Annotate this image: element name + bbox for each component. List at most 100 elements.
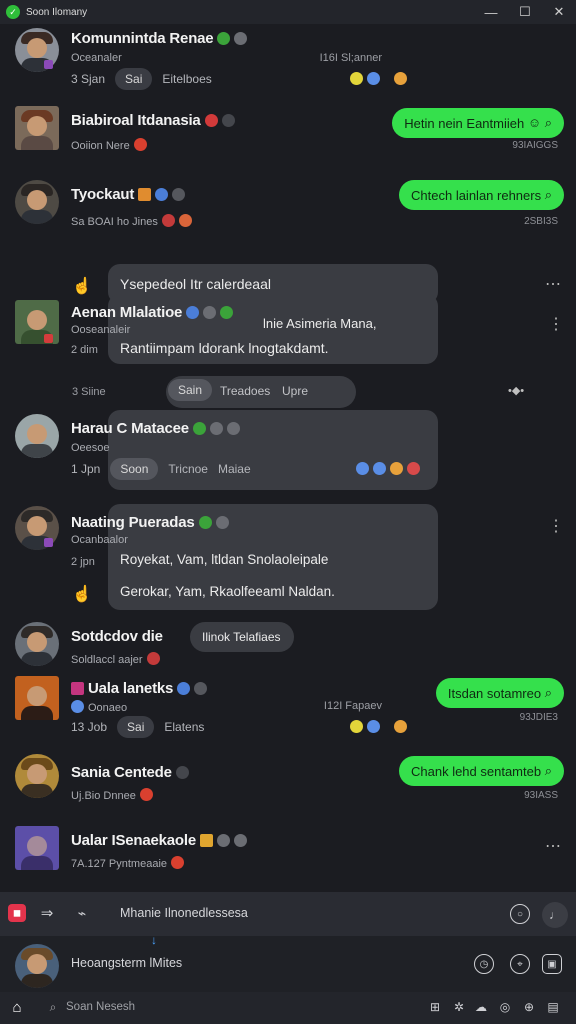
- avatar[interactable]: [15, 622, 59, 666]
- contact-subtitle: Ocanbaalor: [71, 534, 128, 546]
- globe-icon: [177, 682, 191, 695]
- avatar[interactable]: [15, 676, 59, 720]
- timestamp: 93IAIGGS: [512, 140, 558, 151]
- chip-text: Ilinok Telafiaes: [202, 630, 281, 644]
- minimize-button[interactable]: —: [474, 0, 508, 24]
- contact-subtitle: Oceanaler: [71, 52, 122, 64]
- pill-extra[interactable]: Tricnoe: [168, 462, 208, 476]
- pill-extra[interactable]: Eitelboes: [162, 72, 211, 86]
- clock-icon[interactable]: ◷: [474, 954, 494, 974]
- close-button[interactable]: ✕: [542, 0, 576, 24]
- reaction-pill[interactable]: Sai: [117, 716, 155, 738]
- contact-subtitle: Oeesoe: [71, 442, 110, 454]
- mic-icon[interactable]: ♩: [542, 902, 568, 928]
- reply-input[interactable]: Heoangsterm lMites: [71, 956, 182, 970]
- drop-icon: [356, 462, 369, 475]
- maximize-button[interactable]: ☐: [508, 0, 542, 24]
- avatar[interactable]: [15, 944, 59, 988]
- pill-extra[interactable]: Elatens: [164, 720, 204, 734]
- green-bubble[interactable]: Chtech lainlan rehners ⌕: [399, 180, 564, 210]
- pill-extra-2[interactable]: Upre: [282, 384, 308, 398]
- contact-name: Sotdcdov die: [71, 628, 163, 645]
- contact-name: Naating Pueradas: [71, 514, 229, 531]
- diamond-icon: [234, 834, 248, 847]
- more-icon[interactable]: ⋮: [548, 314, 564, 334]
- save-icon[interactable]: ▣: [542, 954, 562, 974]
- link-icon: [186, 306, 200, 319]
- message-feed[interactable]: Komunnintda Renae Oceanaler I16I Sl;anne…: [0, 24, 576, 892]
- tag-icon: [71, 682, 84, 695]
- avatar[interactable]: [15, 106, 59, 150]
- heart-icon: [139, 788, 153, 801]
- record-icon: [204, 114, 218, 127]
- reaction-pill[interactable]: Sai: [115, 68, 153, 90]
- fire-icon: [178, 214, 192, 227]
- green-bubble[interactable]: Chank lehd sentamteb ⌕: [399, 756, 564, 786]
- attach-icon[interactable]: ⌁: [72, 904, 92, 922]
- diamond-icon: [226, 422, 240, 435]
- pill-extra[interactable]: Treadoes: [220, 384, 270, 398]
- contact-name: Komunnintda Renae: [71, 30, 248, 47]
- more-icon[interactable]: ⋮: [548, 516, 564, 536]
- flag-icon: [161, 214, 175, 227]
- target-icon[interactable]: ◎: [498, 1000, 512, 1014]
- globe-icon[interactable]: ⊕: [522, 1000, 536, 1014]
- contact-subtitle: Uj.Bio Dnnee: [71, 788, 153, 802]
- reaction-pill[interactable]: Soon: [110, 458, 159, 480]
- meta-left: 2 jpn: [71, 556, 95, 568]
- contact-name: Uala lanetks: [71, 680, 208, 697]
- pin-icon[interactable]: ⌖: [510, 954, 530, 974]
- info-icon: [71, 700, 84, 713]
- reaction-icons[interactable]: [352, 462, 420, 476]
- chip[interactable]: Ilinok Telafiaes: [190, 622, 294, 652]
- search-input[interactable]: Soan Nesesh: [66, 1001, 135, 1013]
- forward-icon[interactable]: ⇒: [38, 904, 56, 922]
- avatar[interactable]: [15, 826, 59, 870]
- sticker-icon[interactable]: ◼: [8, 904, 26, 922]
- smile-icon: [350, 720, 363, 733]
- diamond-icon: [234, 32, 248, 45]
- composer-input[interactable]: Mhanie Ilnonedlessesa: [120, 906, 248, 920]
- avatar[interactable]: [15, 754, 59, 798]
- hand-icon: ☝: [72, 586, 92, 603]
- reaction-icons[interactable]: [346, 72, 407, 86]
- contact-name: Biabiroal Itdanasia: [71, 112, 235, 129]
- bubble-text-bottom: Rantiimpam ldorank lnogtakdamt.: [120, 340, 329, 356]
- action-row: 3 Sjan Sai Eitelboes: [71, 68, 212, 90]
- reaction-pill[interactable]: Sain: [168, 379, 213, 401]
- contact-name: Aenan Mlalatioe: [71, 304, 234, 321]
- action-row: 13 Job Sai Elatens: [71, 716, 204, 738]
- green-bubble[interactable]: Hetin nein Eantmiieh ☺ ⌕: [392, 108, 564, 138]
- cloud-icon[interactable]: ☁: [474, 1000, 488, 1014]
- meta-right: I12I Fapaev: [323, 700, 382, 712]
- green-bubble[interactable]: Itsdan sotamreo ⌕: [435, 678, 564, 708]
- window-title: Soon Ilomany: [26, 6, 88, 18]
- pill-extra-2[interactable]: Maiae: [218, 462, 251, 476]
- emoji-icon[interactable]: ○: [510, 904, 530, 924]
- hand-icon: ☝: [72, 278, 92, 295]
- reaction-strip[interactable]: Sain Treadoes Upre: [166, 376, 356, 408]
- avatar[interactable]: [15, 180, 59, 224]
- dot-icon: [172, 188, 186, 201]
- meta-left: 3 Siine: [72, 386, 106, 398]
- smile-icon: [350, 72, 363, 85]
- more-icon[interactable]: ⋯: [545, 836, 561, 856]
- face-icon: [394, 720, 407, 733]
- leaf-icon: [192, 422, 206, 435]
- contact-subtitle: Soldlaccl aajer: [71, 652, 160, 666]
- title-bar: ✓ Soon Ilomany — ☐ ✕: [0, 0, 576, 24]
- image-icon: [138, 188, 152, 201]
- settings-icon[interactable]: ✲: [452, 1000, 466, 1014]
- meta-left: 2 dim: [71, 344, 98, 356]
- window-icon[interactable]: ▤: [546, 1000, 560, 1014]
- avatar[interactable]: [15, 414, 59, 458]
- share-icon[interactable]: •◆•: [508, 384, 524, 397]
- grid-icon[interactable]: ⊞: [428, 1000, 442, 1014]
- info-icon: [367, 72, 380, 85]
- bubble-line-2: Gerokar, Yam, Rkaolfeeaml Naldan.: [120, 584, 335, 599]
- reaction-icons[interactable]: [346, 720, 407, 734]
- meta-left: 13 Job: [71, 720, 108, 734]
- home-icon[interactable]: ⌂: [8, 998, 26, 1016]
- app-logo-icon: ✓: [6, 5, 20, 19]
- more-icon[interactable]: ⋯: [545, 274, 561, 294]
